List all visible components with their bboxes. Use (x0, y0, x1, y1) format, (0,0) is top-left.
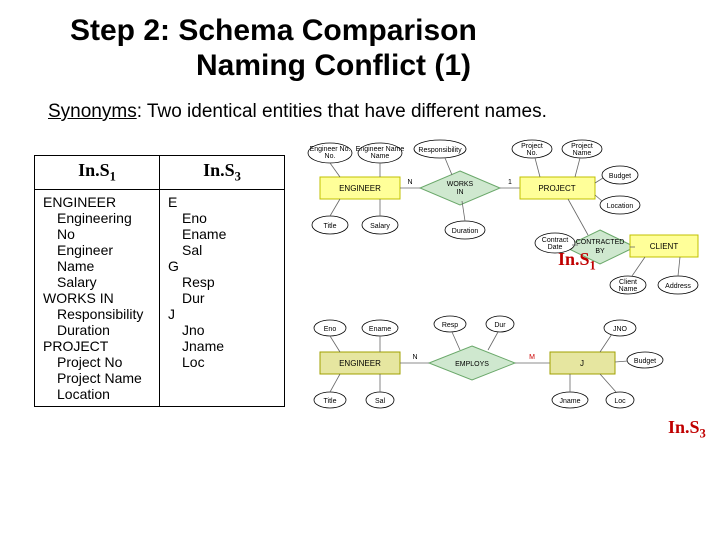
svg-text:CLIENT: CLIENT (650, 242, 679, 251)
svg-text:M: M (529, 354, 535, 361)
svg-text:PROJECT: PROJECT (538, 184, 575, 193)
svg-text:No.: No. (325, 153, 336, 160)
svg-text:ENGINEER: ENGINEER (339, 184, 381, 193)
synonyms-definition: Synonyms: Two identical entities that ha… (0, 83, 720, 123)
svg-text:ENGINEER: ENGINEER (339, 359, 381, 368)
svg-text:Resp: Resp (442, 322, 458, 329)
title-line-2: Naming Conflict (1) (70, 49, 471, 82)
svg-text:WORKS: WORKS (447, 181, 474, 188)
svg-text:No.: No. (527, 150, 538, 157)
er-diagrams: Engineer No.No. Engineer NameName Title … (300, 135, 715, 455)
svg-text:Ename: Ename (369, 326, 391, 333)
svg-text:Location: Location (607, 203, 634, 210)
svg-text:Dur: Dur (494, 322, 506, 329)
svg-text:BY: BY (595, 248, 605, 255)
svg-text:Budget: Budget (634, 358, 656, 365)
svg-text:Engineer Name: Engineer Name (356, 146, 405, 153)
comparison-table: In.S1 In.S3 ENGINEER Engineering No Engi… (34, 155, 285, 407)
svg-text:Duration: Duration (452, 228, 479, 235)
svg-text:JNO: JNO (613, 326, 628, 333)
svg-text:Jname: Jname (559, 398, 580, 405)
svg-text:Budget: Budget (609, 173, 631, 180)
title-line-1: Step 2: Schema Comparison (70, 14, 477, 47)
svg-text:Contract: Contract (542, 237, 569, 244)
svg-text:Project: Project (571, 143, 593, 150)
cell-s1: ENGINEER Engineering No Engineer Name Sa… (35, 189, 160, 406)
svg-text:Responsibility: Responsibility (418, 147, 462, 154)
slide-title: Step 2: Schema Comparison Naming Conflic… (0, 0, 720, 83)
svg-text:Name: Name (573, 150, 592, 157)
svg-text:J: J (580, 359, 584, 368)
svg-text:N: N (412, 354, 417, 361)
svg-text:Title: Title (324, 398, 337, 405)
label-s3: In.S3 (668, 417, 706, 442)
svg-text:Client: Client (619, 279, 637, 286)
svg-text:N: N (407, 179, 412, 186)
svg-text:Loc: Loc (614, 398, 626, 405)
svg-text:Project: Project (521, 143, 543, 150)
svg-text:EMPLOYS: EMPLOYS (455, 361, 489, 368)
svg-text:Salary: Salary (370, 223, 390, 230)
svg-text:CONTRACTED: CONTRACTED (576, 239, 625, 246)
svg-text:Name: Name (371, 153, 390, 160)
svg-text:Name: Name (619, 286, 638, 293)
svg-text:Eno: Eno (324, 326, 337, 333)
synonyms-label: Synonyms (48, 101, 137, 122)
svg-text:1: 1 (508, 179, 512, 186)
svg-text:Sal: Sal (375, 398, 386, 405)
svg-text:Engineer No.: Engineer No. (310, 146, 351, 153)
cell-s3: E Eno Ename Sal G Resp Dur J Jno Jname L… (160, 189, 285, 406)
label-s1: In.S1 (558, 249, 596, 274)
svg-text:Title: Title (324, 223, 337, 230)
svg-text:IN: IN (457, 189, 464, 196)
svg-text:Address: Address (665, 283, 691, 290)
col-header-s3: In.S3 (160, 156, 285, 190)
col-header-s1: In.S1 (35, 156, 160, 190)
synonyms-text: : Two identical entities that have diffe… (137, 101, 547, 122)
